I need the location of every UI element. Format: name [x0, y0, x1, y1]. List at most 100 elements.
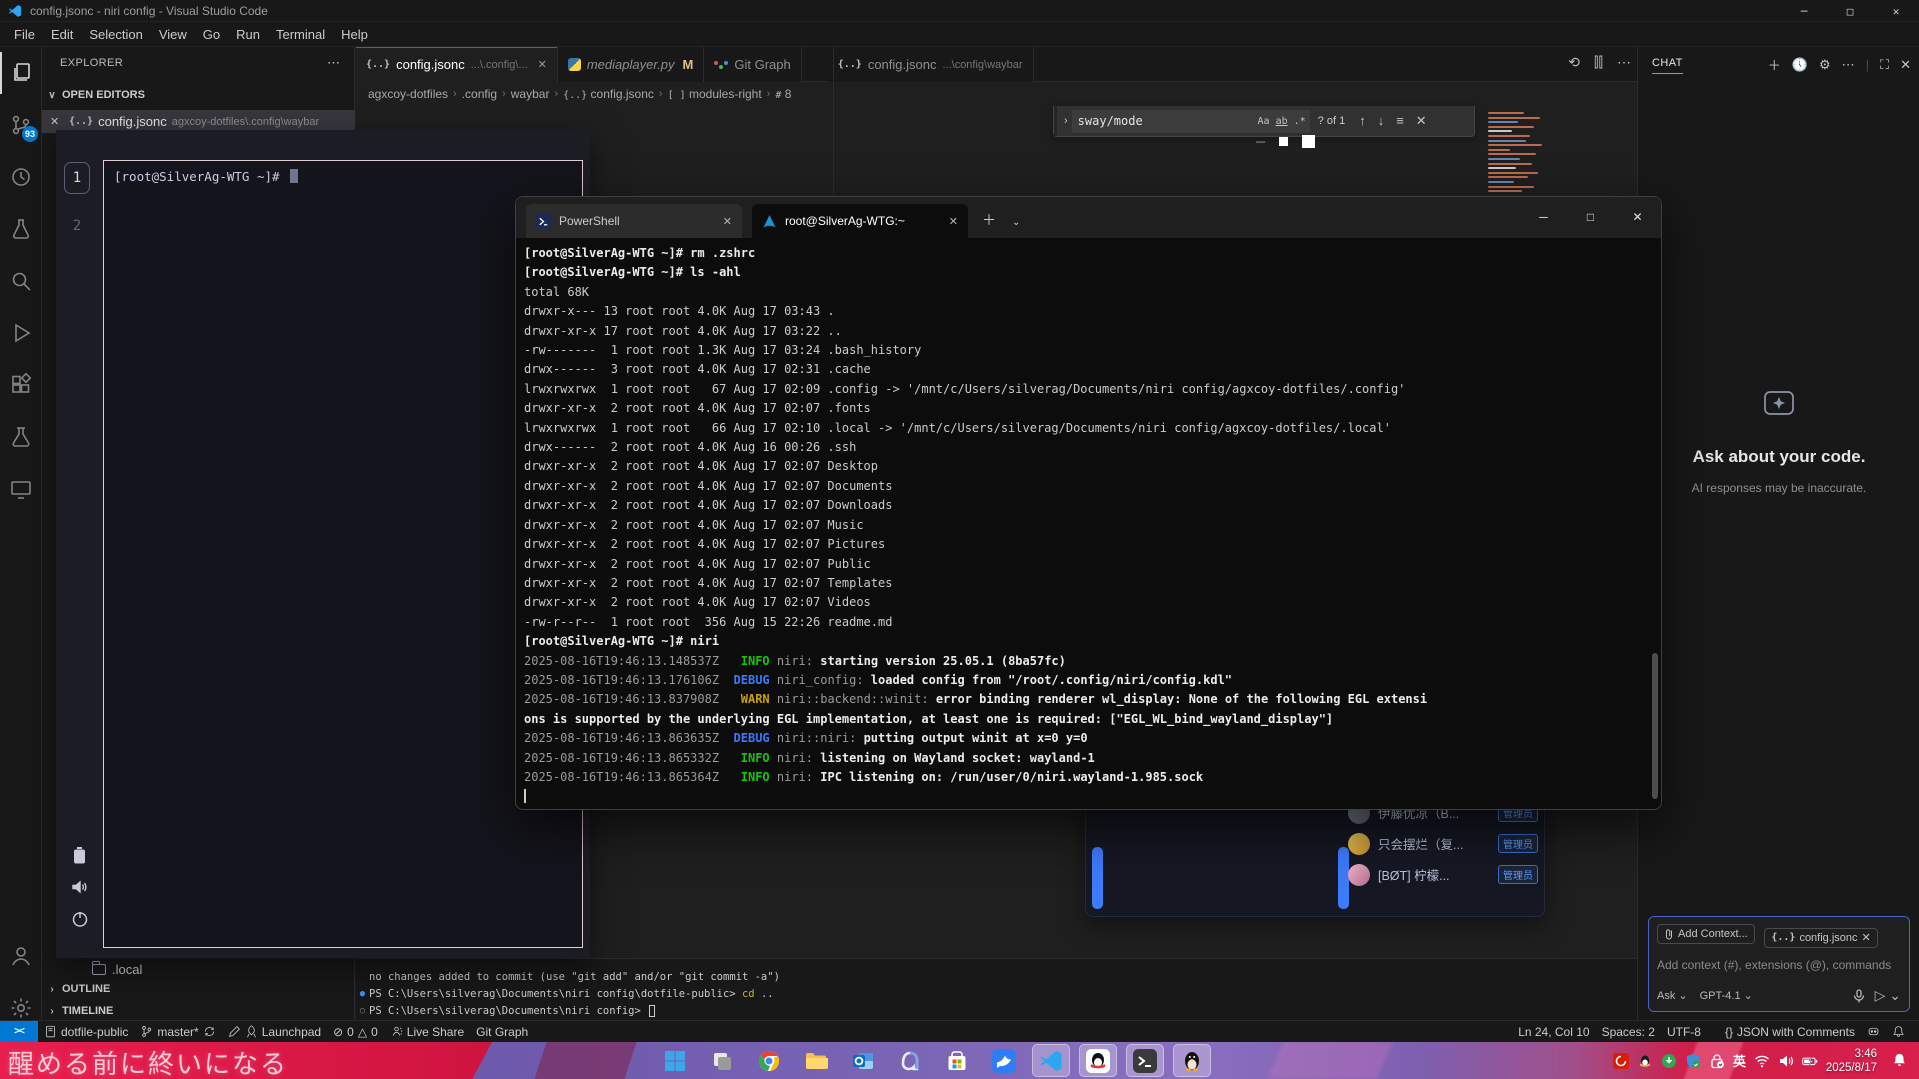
status-line-col[interactable]: Ln 24, Col 10	[1512, 1021, 1595, 1043]
tab-close-icon[interactable]: ✕	[723, 215, 732, 228]
menu-view[interactable]: View	[151, 24, 195, 45]
tab-dropdown-icon[interactable]: ⌄	[1012, 217, 1020, 228]
microphone-icon[interactable]	[1853, 989, 1865, 1003]
match-case-icon[interactable]: Aa	[1258, 116, 1270, 127]
menu-run[interactable]: Run	[228, 24, 268, 45]
status-encoding[interactable]: UTF-8	[1661, 1021, 1707, 1043]
status-indent[interactable]: Spaces: 2	[1596, 1021, 1661, 1043]
find-next-icon[interactable]: ↓	[1378, 113, 1385, 129]
battery-charging-tray-icon[interactable]	[1802, 1053, 1818, 1069]
menu-file[interactable]: File	[6, 24, 43, 45]
integrated-terminal-panel[interactable]: no changes added to commit (use "git add…	[356, 958, 1637, 1020]
vscode-taskbar-icon[interactable]	[1032, 1044, 1070, 1077]
close-button[interactable]: ✕	[1873, 0, 1919, 22]
netease-music-tray-icon[interactable]	[1613, 1053, 1629, 1069]
add-context-chip[interactable]: Add Context...	[1657, 924, 1755, 944]
editor-tab-config-jsonc[interactable]: {..}config.jsonc...\.config\...✕	[356, 47, 558, 82]
qq-taskbar-icon[interactable]	[1079, 1044, 1117, 1077]
find-input[interactable]: sway/mode Aa ab .*	[1072, 110, 1310, 133]
menu-help[interactable]: Help	[333, 24, 376, 45]
terminal-output[interactable]: [root@SilverAg-WTG ~]# rm .zshrc[root@Si…	[524, 244, 1647, 803]
defender-tray-icon[interactable]	[1685, 1053, 1701, 1069]
source-control-icon[interactable]: 93	[0, 104, 42, 146]
account-icon[interactable]	[0, 935, 42, 977]
status-launchpad[interactable]: Launchpad	[222, 1021, 327, 1043]
tab-wsl-arch[interactable]: root@SilverAg-WTG:~ ✕	[752, 204, 968, 238]
new-chat-icon[interactable]: ＋	[1768, 55, 1781, 74]
tree-item-local[interactable]: .local	[42, 959, 355, 979]
find-query[interactable]: sway/mode	[1078, 114, 1252, 128]
find-close-icon[interactable]: ✕	[1416, 113, 1427, 129]
start-button[interactable]	[656, 1044, 694, 1077]
find-in-selection-icon[interactable]: ≡	[1396, 113, 1404, 129]
a-app-icon[interactable]	[891, 1044, 929, 1077]
editor-tab-mediaplayer-py[interactable]: mediaplayer.pyM	[558, 47, 705, 82]
extensions-icon[interactable]	[0, 364, 42, 406]
more-actions-icon[interactable]: ⋯	[1617, 54, 1631, 71]
send-icon[interactable]: ▷ ⌄	[1875, 987, 1901, 1004]
menu-terminal[interactable]: Terminal	[268, 24, 333, 45]
tab-powershell[interactable]: PowerShell ✕	[526, 204, 742, 238]
status-eol[interactable]	[1707, 1021, 1719, 1043]
breadcrumb-item[interactable]: {..} config.jsonc	[563, 87, 654, 101]
status-branch[interactable]: master*	[134, 1021, 221, 1043]
editor-tab-config-jsonc[interactable]: {..}config.jsonc...\config\waybar	[828, 47, 1034, 82]
minimap[interactable]	[1484, 106, 1568, 196]
close-icon[interactable]: ✕	[50, 115, 64, 128]
lock-check-tray-icon[interactable]	[1709, 1053, 1725, 1069]
run-debug-icon[interactable]	[0, 312, 42, 354]
notifications-bell-icon[interactable]	[1886, 1021, 1911, 1043]
task-view-button[interactable]	[703, 1044, 741, 1077]
remote-explorer-icon[interactable]	[0, 468, 42, 510]
niri-terminal-window[interactable]: [root@SilverAg-WTG ~]#	[103, 160, 583, 948]
split-editor-icon[interactable]: ⫿⫿	[1594, 54, 1603, 71]
overlay-small-square-icon[interactable]	[1279, 137, 1288, 146]
overlay-large-square-icon[interactable]	[1302, 135, 1315, 148]
testing-icon[interactable]	[0, 208, 42, 250]
workspace-2-button[interactable]: 2	[64, 210, 90, 242]
volume-tray-icon[interactable]	[1778, 1053, 1794, 1069]
qq-tray-icon[interactable]	[1637, 1053, 1653, 1069]
find-prev-icon[interactable]: ↑	[1359, 113, 1366, 129]
terminal-close-button[interactable]: ✕	[1614, 197, 1661, 237]
breadcrumb-item[interactable]: # 8	[775, 87, 791, 101]
timeline-section[interactable]: › TIMELINE	[46, 1005, 113, 1017]
explorer-more-icon[interactable]: ⋯	[327, 55, 340, 71]
sync-icon[interactable]	[203, 1025, 216, 1038]
flask-icon[interactable]	[0, 416, 42, 458]
status-language[interactable]: {}JSON with Comments	[1719, 1021, 1861, 1043]
chrome-icon[interactable]	[750, 1044, 788, 1077]
chat-history-icon[interactable]: 🕔	[1792, 57, 1808, 73]
tab-close-icon[interactable]: ✕	[949, 215, 958, 228]
qq-member-row[interactable]: 只会摆烂（复...管理员	[1348, 828, 1538, 859]
search-icon[interactable]	[0, 260, 42, 302]
chat-more-icon[interactable]: ⋯	[1842, 57, 1855, 73]
wifi-tray-icon[interactable]	[1754, 1053, 1770, 1069]
qq-scrollbar[interactable]	[1092, 847, 1103, 909]
regex-icon[interactable]: .*	[1294, 116, 1306, 127]
outlook-icon[interactable]	[844, 1044, 882, 1077]
notification-bell-icon[interactable]	[1892, 1052, 1907, 1068]
power-icon[interactable]	[71, 910, 89, 928]
menu-edit[interactable]: Edit	[43, 24, 81, 45]
ime-indicator[interactable]: 英	[1733, 1051, 1746, 1070]
file-explorer-icon[interactable]	[797, 1044, 835, 1077]
chat-input-box[interactable]: Add Context... {..} config.jsonc ✕ Add c…	[1648, 916, 1910, 1012]
breadcrumb-item[interactable]: [ ] modules-right	[668, 87, 762, 101]
breadcrumb-item[interactable]: agxcoy-dotfiles	[368, 87, 448, 101]
chat-maximize-icon[interactable]: ⛶	[1880, 57, 1889, 73]
terminal-maximize-button[interactable]: □	[1567, 197, 1614, 237]
copilot-status-icon[interactable]	[1861, 1021, 1886, 1043]
chat-close-icon[interactable]: ✕	[1900, 57, 1911, 73]
terminal-scrollbar[interactable]	[1652, 653, 1658, 799]
terminal-minimize-button[interactable]: ─	[1520, 197, 1567, 237]
status-live-share[interactable]: Live Share	[384, 1021, 470, 1043]
bird-app-icon[interactable]	[985, 1044, 1023, 1077]
toggle-replace-icon[interactable]: ›	[1060, 115, 1072, 127]
chat-mode-select[interactable]: Ask ⌄	[1657, 989, 1688, 1002]
gitlens-icon[interactable]	[0, 156, 42, 198]
volume-icon[interactable]	[72, 880, 88, 894]
menu-go[interactable]: Go	[195, 24, 228, 45]
status-repo[interactable]: dotfile-public	[38, 1021, 134, 1043]
chat-settings-gear-icon[interactable]: ⚙	[1819, 57, 1831, 73]
